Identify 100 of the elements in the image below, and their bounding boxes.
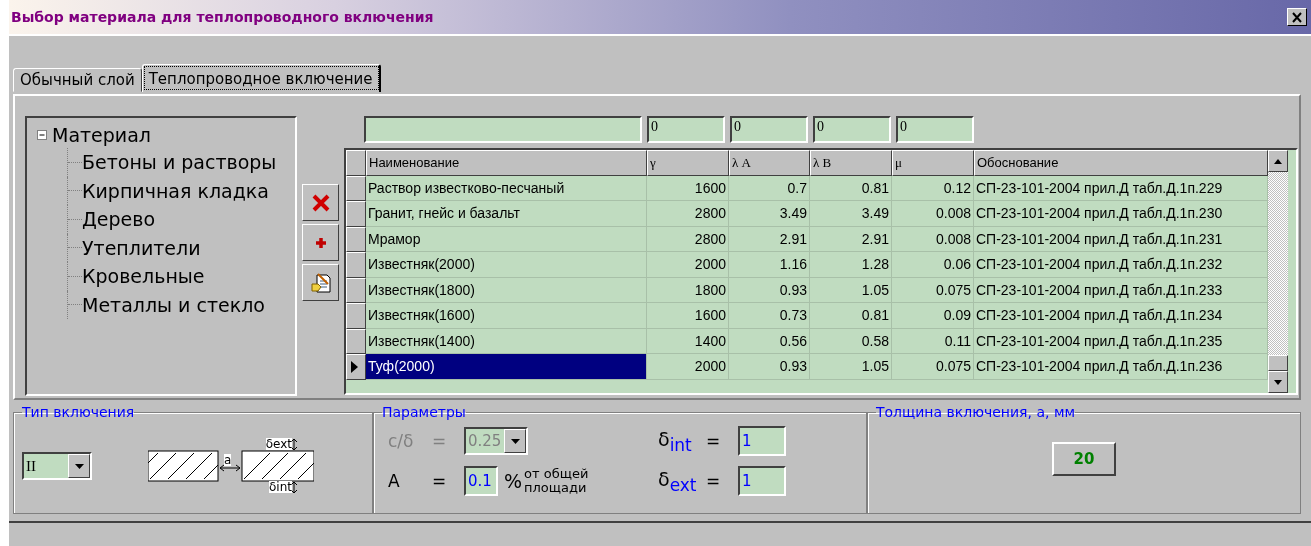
table-cell: 1.16 [729,252,810,278]
table-cell: 0.008 [892,201,974,227]
equals-sign: = [706,431,722,451]
close-icon [1291,11,1303,23]
group-title: Параметры [382,404,466,420]
row-header[interactable] [346,252,366,278]
table-cell: СП-23-101-2004 прил.Д табл.Д.1п.230 [974,201,1268,227]
row-header [346,150,366,176]
filter-field[interactable]: 0 [896,116,974,143]
row-header[interactable] [346,226,366,252]
delete-button[interactable] [302,184,339,221]
table-cell: СП-23-101-2004 прил.Д табл.Д.1п.231 [974,226,1268,252]
tree-item[interactable]: Кирпичная кладка [82,177,269,204]
up-arrow-icon [1274,158,1282,164]
cross-icon [310,192,331,213]
table-cell: СП-23-101-2004 прил.Д табл.Д.1п.234 [974,303,1268,329]
tree-item[interactable]: Металлы и стекло [82,291,265,318]
table-cell: Известняк(1800) [366,277,647,303]
table-cell: 0.93 [729,354,810,380]
table-cell: Гранит, гнейс и базальт [366,201,647,227]
document-pencil-icon [309,271,332,294]
filter-field[interactable]: 0 [813,116,891,143]
table-cell: 1.05 [810,277,892,303]
equals-sign: = [706,471,722,491]
close-button[interactable] [1287,8,1307,26]
table-cell: 0.93 [729,277,810,303]
table-cell: 2800 [647,226,729,252]
scroll-thumb[interactable] [1268,355,1288,371]
input-field[interactable]: 1 [738,466,786,496]
column-header[interactable]: Наименование [366,150,647,176]
dropdown-arrow-icon [510,438,520,444]
row-header[interactable] [346,277,366,303]
scrollbar[interactable] [1268,150,1288,393]
param-label: δ$_{int}$ [658,427,693,455]
table-cell: 2000 [647,354,729,380]
table-cell: 0.075 [892,354,974,380]
table-cell: 0.56 [729,328,810,354]
column-header[interactable]: λ A [729,150,810,176]
table-cell: 0.73 [729,303,810,329]
diagram-label: δext [265,438,292,450]
row-header[interactable] [346,201,366,227]
diagram-label: δint [269,481,292,493]
unit-label: % [504,470,523,492]
param-label: δ$_{ext}$ [658,467,698,495]
row-header[interactable] [346,175,366,201]
column-header[interactable]: λ B [810,150,892,176]
scroll-down-button[interactable] [1268,371,1288,393]
table-cell: СП-23-101-2004 прил.Д табл.Д.1п.229 [974,175,1268,201]
scroll-up-button[interactable] [1268,150,1288,172]
input-field[interactable]: 1 [738,426,786,456]
equals-sign: = [432,471,448,491]
edit-button[interactable] [302,264,339,301]
table-cell: 1.28 [810,252,892,278]
table-cell: 1.05 [810,354,892,380]
row-header[interactable] [346,303,366,329]
current-row-icon [351,360,358,373]
table-cell: 1600 [647,175,729,201]
add-button[interactable] [302,224,339,261]
unit-note: от общей площади [524,467,590,495]
tree-item[interactable]: Материал [52,122,151,148]
tree-item[interactable]: Бетоны и растворы [82,149,277,176]
column-header[interactable]: Обоснование [974,150,1268,176]
param-label: A [388,471,401,491]
dropdown-arrow-icon [74,463,84,469]
filter-field[interactable]: 0 [647,116,725,143]
row-header[interactable] [346,354,366,380]
table-cell: Мрамор [366,226,647,252]
tree-item[interactable]: Дерево [82,206,156,233]
input-field[interactable]: 0.1 [464,466,498,496]
filter-field[interactable] [364,116,642,143]
column-header[interactable]: μ [892,150,974,176]
window-title: Выбор материала для теплопроводного включения [11,9,434,25]
table-cell: СП-23-101-2004 прил.Д табл.Д.1п.233 [974,277,1268,303]
row-header[interactable] [346,328,366,354]
column-header[interactable]: γ [647,150,729,176]
group-title: Толщина включения, а, мм [876,404,1076,420]
type-dropdown[interactable]: II [22,452,92,480]
table-cell: 1400 [647,328,729,354]
tab[interactable]: Теплопроводное включение [141,64,381,92]
group-title: Тип включения [22,404,135,420]
filter-field[interactable]: 0 [730,116,808,143]
table-cell: 0.7 [729,175,810,201]
table-cell: 0.11 [892,328,974,354]
table-cell: 0.58 [810,328,892,354]
tree-item[interactable]: Кровельные [82,263,205,290]
table-cell: 1600 [647,303,729,329]
table-cell: 3.49 [810,201,892,227]
plus-icon [314,236,327,249]
table-cell: 0.075 [892,277,974,303]
equals-sign: = [432,431,448,451]
table-cell: Известняк(2000) [366,252,647,278]
table-cell: 2.91 [810,226,892,252]
down-arrow-icon [1274,379,1282,385]
table-cell: СП-23-101-2004 прил.Д табл.Д.1п.235 [974,328,1268,354]
tree-item[interactable]: Утеплители [82,234,201,261]
table-cell: СП-23-101-2004 прил.Д табл.Д.1п.236 [974,354,1268,380]
collapse-icon[interactable] [37,129,48,141]
table-cell: 2800 [647,201,729,227]
tab[interactable]: Обычный слой [13,68,142,92]
table-cell: 2.91 [729,226,810,252]
